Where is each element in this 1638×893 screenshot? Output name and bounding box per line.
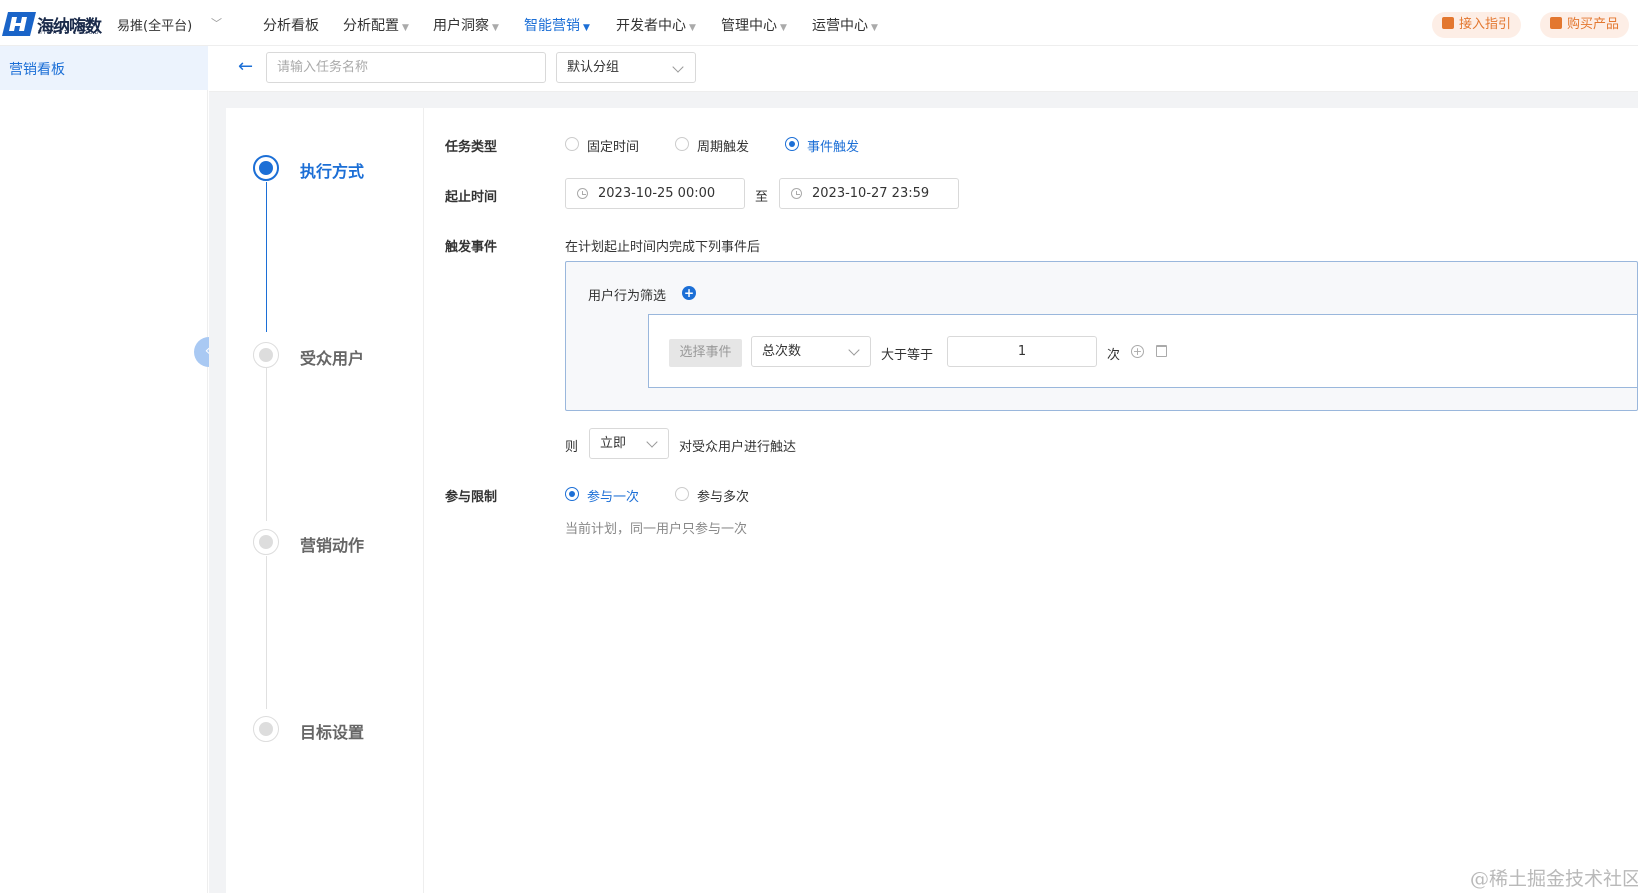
operator-text: 大于等于 <box>881 348 934 363</box>
task-type-label: 任务类型 <box>445 140 498 155</box>
nav-analysis-config[interactable]: 分析配置 ▼ <box>343 15 409 35</box>
radio-event-trigger[interactable] <box>785 137 799 151</box>
bookmark-icon <box>1550 17 1562 29</box>
task-form-card <box>226 108 1638 893</box>
nav-admin-center[interactable]: 管理中心 ▼ <box>721 15 787 35</box>
watermark: @稀土掘金技术社区 <box>1470 868 1638 890</box>
then-prefix: 则 <box>565 440 579 455</box>
chevron-down-icon[interactable]: ﹀ <box>211 15 222 31</box>
add-condition-icon[interactable]: + <box>1131 345 1144 358</box>
radio-participate-multiple[interactable] <box>675 487 689 501</box>
caret-down-icon: ▼ <box>689 23 696 33</box>
nav-smart-marketing[interactable]: 智能营销 ▼ <box>524 15 590 35</box>
radio-label[interactable]: 事件触发 <box>807 136 859 155</box>
caret-down-icon: ▼ <box>492 23 499 33</box>
start-time-value: 2023-10-25 00:00 <box>598 186 716 201</box>
group-select-value: 默认分组 <box>567 60 620 75</box>
caret-down-icon: ▼ <box>402 23 409 33</box>
platform-selector[interactable]: 易推(全平台) <box>117 15 192 34</box>
back-arrow-icon[interactable]: ← <box>238 56 253 77</box>
sidebar-item-marketing-board[interactable]: 营销看板 <box>0 46 208 90</box>
nav-developer-center[interactable]: 开发者中心 ▼ <box>616 15 696 35</box>
count-value-input[interactable]: 1 <box>947 336 1097 367</box>
sidebar: 营销看板 <box>0 46 208 893</box>
nav-user-insight[interactable]: 用户洞察 ▼ <box>433 15 499 35</box>
nav-analysis-board[interactable]: 分析看板 <box>263 15 319 35</box>
steps-panel <box>226 108 424 893</box>
guide-button[interactable]: 接入指引 <box>1432 12 1522 38</box>
step-audience[interactable]: 受众用户 <box>300 345 364 369</box>
timing-select[interactable]: 立即 <box>589 428 669 459</box>
add-filter-icon[interactable]: + <box>682 286 696 300</box>
radio-label[interactable]: 参与一次 <box>587 486 639 505</box>
radio-fixed-time[interactable] <box>565 137 579 151</box>
radio-label[interactable]: 周期触发 <box>697 136 749 155</box>
clock-icon <box>577 188 588 199</box>
megaphone-icon <box>253 529 279 555</box>
step-execution-mode[interactable]: 执行方式 <box>300 158 364 182</box>
radio-label[interactable]: 参与多次 <box>697 486 749 505</box>
end-time-value: 2023-10-27 23:59 <box>812 186 930 201</box>
step-connector <box>266 556 267 709</box>
step-marketing-action[interactable]: 营销动作 <box>300 532 364 556</box>
nav-operation-center[interactable]: 运营中心 ▼ <box>812 15 878 35</box>
location-pin-icon <box>253 716 279 742</box>
unit-text: 次 <box>1107 348 1121 363</box>
trigger-event-description: 在计划起止时间内完成下列事件后 <box>565 240 761 255</box>
buy-product-button[interactable]: 购买产品 <box>1540 12 1630 38</box>
caret-down-icon: ▼ <box>780 23 787 33</box>
count-value: 1 <box>1017 344 1027 359</box>
start-time-input[interactable]: 2023-10-25 00:00 <box>565 178 745 209</box>
send-icon <box>253 155 279 181</box>
timing-select-value: 立即 <box>600 436 627 451</box>
time-range-label: 起止时间 <box>445 190 498 205</box>
task-name-input[interactable]: 请输入任务名称 <box>266 52 546 83</box>
radio-participate-once[interactable] <box>565 487 579 501</box>
brand-logo-icon <box>2 12 36 36</box>
trigger-event-label: 触发事件 <box>445 240 498 255</box>
sidebar-item-label: 营销看板 <box>9 62 65 78</box>
caret-down-icon: ▼ <box>871 23 878 33</box>
behavior-filter-title: 用户行为筛选 <box>588 289 667 304</box>
caret-down-icon: ▼ <box>583 23 590 33</box>
radio-label[interactable]: 固定时间 <box>587 136 639 155</box>
step-connector <box>266 368 267 521</box>
brand-subtitle: HINADT CLOUD <box>38 30 101 36</box>
delete-icon[interactable] <box>1156 345 1167 357</box>
step-connector <box>266 182 267 332</box>
radio-periodic[interactable] <box>675 137 689 151</box>
metric-select-value: 总次数 <box>762 344 802 359</box>
end-time-input[interactable]: 2023-10-27 23:59 <box>779 178 959 209</box>
user-icon <box>253 342 279 368</box>
select-event-button[interactable]: 选择事件 <box>669 339 742 367</box>
participation-hint: 当前计划，同一用户只参与一次 <box>565 522 748 537</box>
step-goal-setting[interactable]: 目标设置 <box>300 719 364 743</box>
clock-icon <box>791 188 802 199</box>
participation-label: 参与限制 <box>445 490 498 505</box>
time-separator: 至 <box>755 190 769 205</box>
top-navbar: 海纳嗨数 HINADT CLOUD 易推(全平台) ﹀ 分析看板 分析配置 ▼ 用… <box>0 0 1638 46</box>
signpost-icon <box>1442 17 1454 29</box>
then-suffix: 对受众用户进行触达 <box>679 440 797 455</box>
